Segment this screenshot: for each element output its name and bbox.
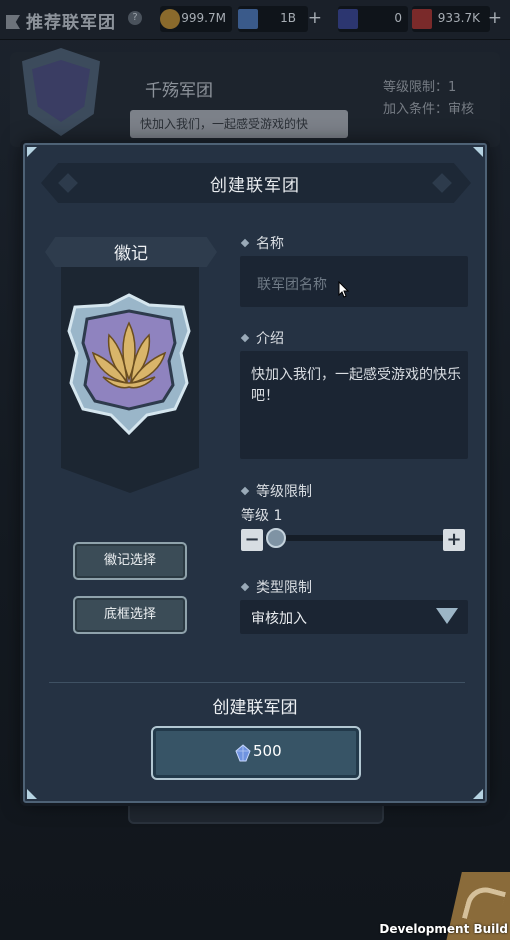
red-ticket-icon — [412, 9, 432, 29]
name-label: 名称 — [240, 233, 284, 253]
gold-coin-icon — [160, 9, 180, 29]
blue-crystal-icon — [235, 744, 251, 762]
type-limit-label: 类型限制 — [240, 577, 312, 597]
dev-build-label: Development Build — [379, 922, 508, 936]
level-increase-button[interactable]: + — [443, 529, 465, 551]
add-red-ticket-button[interactable]: + — [488, 8, 502, 28]
dialog-title: 创建联军团 — [210, 176, 300, 196]
create-guild-button[interactable]: 500 — [151, 726, 361, 780]
bullet-diamond-icon — [240, 333, 250, 343]
guild-requirements: 等级限制：1 加入条件：审核 — [383, 80, 475, 117]
create-label: 创建联军团 — [212, 698, 298, 718]
help-icon[interactable]: ? — [128, 11, 142, 25]
flag-icon — [6, 15, 20, 29]
level-slider-track[interactable] — [265, 535, 461, 541]
emblem-label: 徽记 — [114, 244, 148, 264]
gold-resource: 999.7M — [160, 6, 232, 32]
intro-label: 介绍 — [240, 328, 284, 348]
guild-name: 千殇军团 — [145, 81, 213, 101]
bullet-diamond-icon — [240, 486, 250, 496]
create-cost: 500 — [253, 742, 282, 760]
bullet-diamond-icon — [240, 582, 250, 592]
create-guild-dialog: 创建联军团 徽记 徽记选择 底框选择 名称 联军团名称 介绍 快加入我们，一起感… — [23, 143, 487, 803]
guild-emblem-preview[interactable] — [63, 291, 195, 437]
blue-ticket-icon — [338, 9, 358, 29]
corner-ornament — [473, 147, 483, 157]
emblem-select-button[interactable]: 徽记选择 — [73, 542, 187, 580]
top-bar: 推荐联军团 ? 999.7M 1B + 0 933.7K + — [0, 0, 510, 40]
level-slider-knob[interactable] — [266, 528, 286, 548]
corner-ornament — [27, 789, 37, 799]
mouse-cursor-icon — [338, 281, 350, 298]
name-placeholder: 联军团名称 — [257, 277, 327, 293]
bullet-diamond-icon — [240, 238, 250, 248]
divider — [49, 682, 465, 683]
blue-ticket-resource: 0 — [338, 6, 408, 32]
type-limit-value: 审核加入 — [251, 611, 307, 627]
page-title: 推荐联军团 — [6, 8, 116, 33]
corner-ornament — [473, 789, 483, 799]
crystal-resource: 1B + — [238, 6, 322, 32]
add-crystal-button[interactable]: + — [308, 8, 322, 28]
level-value: 等级 1 — [241, 508, 283, 524]
red-ticket-resource: 933.7K + — [412, 6, 502, 32]
blue-crystal-icon — [238, 9, 258, 29]
corner-ornament — [27, 147, 37, 157]
guild-description: 快加入我们，一起感受游戏的快 — [130, 110, 348, 138]
level-limit-label: 等级限制 — [240, 481, 312, 501]
level-decrease-button[interactable]: − — [241, 529, 263, 551]
frame-select-button[interactable]: 底框选择 — [73, 596, 187, 634]
intro-text: 快加入我们，一起感受游戏的快乐吧！ — [251, 367, 461, 404]
